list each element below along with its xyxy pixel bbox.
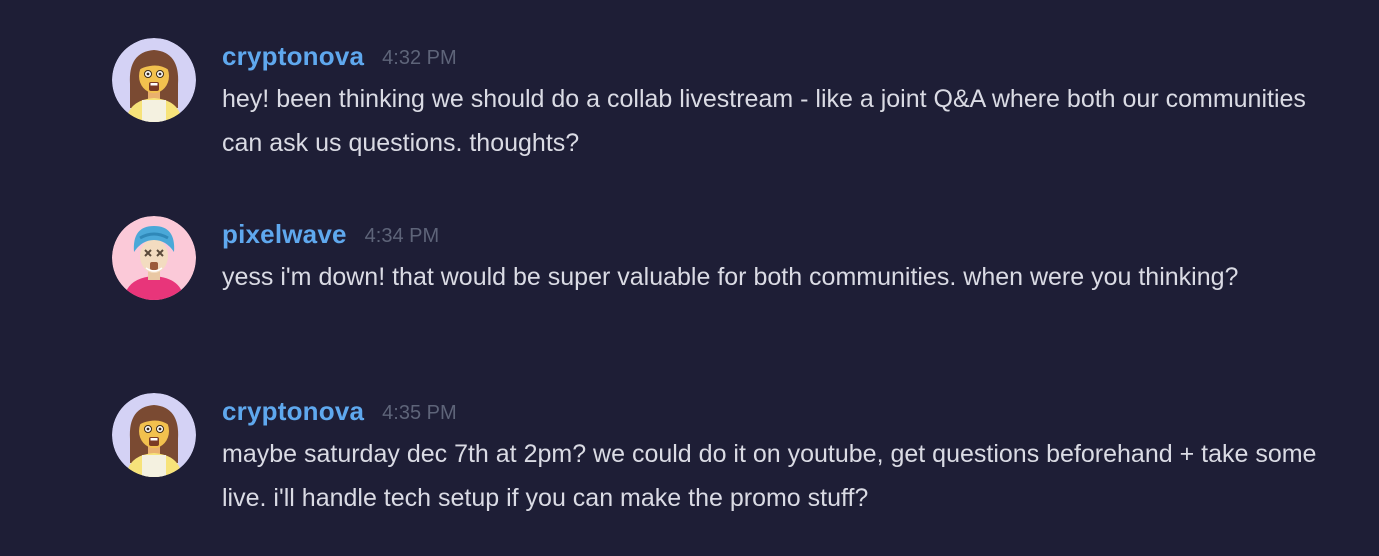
username[interactable]: pixelwave: [222, 219, 347, 250]
message-text: maybe saturday dec 7th at 2pm? we could …: [222, 440, 1317, 512]
message-header: pixelwave 4:34 PM: [222, 216, 1332, 252]
username[interactable]: cryptonova: [222, 41, 364, 72]
message-text: hey! been thinking we should do a collab…: [222, 85, 1306, 157]
woman-avatar-icon[interactable]: [112, 393, 196, 477]
message-body: pixelwave 4:34 PM yess i'm down! that wo…: [222, 216, 1332, 299]
woman-avatar-icon[interactable]: [112, 38, 196, 122]
message-header: cryptonova 4:35 PM: [222, 393, 1332, 429]
message-body: cryptonova 4:32 PM hey! been thinking we…: [222, 38, 1332, 165]
chat-message-list: cryptonova 4:32 PM hey! been thinking we…: [0, 0, 1379, 556]
timestamp: 4:35 PM: [382, 401, 457, 424]
username[interactable]: cryptonova: [222, 396, 364, 427]
timestamp: 4:34 PM: [364, 224, 440, 247]
timestamp: 4:32 PM: [382, 46, 457, 69]
message-header: cryptonova 4:32 PM: [222, 38, 1332, 74]
message-text: yess i'm down! that would be super valua…: [222, 263, 1239, 291]
message-body: cryptonova 4:35 PM maybe saturday dec 7t…: [222, 393, 1332, 520]
turban-avatar-icon[interactable]: [112, 216, 196, 300]
